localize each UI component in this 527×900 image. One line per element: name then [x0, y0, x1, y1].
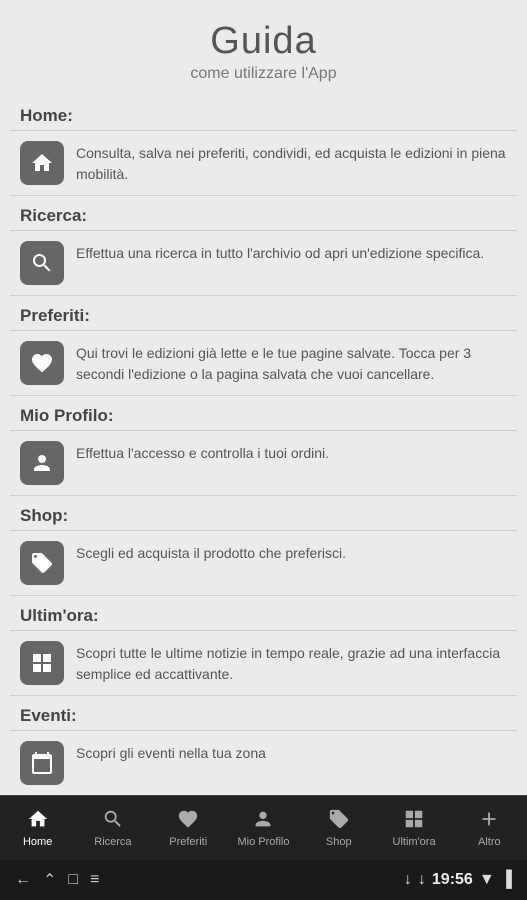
nav-item-ultim-ora[interactable]: Ultim'ora — [376, 796, 451, 860]
main-content: Guida come utilizzare l'App Home: Consul… — [0, 0, 527, 795]
nav-icon-shop — [328, 808, 350, 834]
nav-item-shop[interactable]: Shop — [301, 796, 376, 860]
section-icon-shop — [20, 541, 64, 585]
menu-icon[interactable]: ≡ — [90, 871, 99, 889]
section-icon-ricerca — [20, 241, 64, 285]
section-text-eventi: Scopri gli eventi nella tua zona — [76, 741, 266, 764]
nav-item-ricerca[interactable]: Ricerca — [75, 796, 150, 860]
page-subtitle: come utilizzare l'App — [10, 65, 517, 83]
sys-right: ↓ ↓ 19:56 ▼ ▐ — [404, 871, 512, 889]
section-icon-mio-profilo — [20, 441, 64, 485]
bottom-nav: Home Ricerca Preferiti Mio Profilo Shop … — [0, 795, 527, 860]
download2-icon: ↓ — [418, 871, 426, 889]
wifi-icon: ▼ — [479, 871, 495, 889]
nav-icon-preferiti — [177, 808, 199, 834]
section-header-eventi: Eventi: — [10, 698, 517, 731]
nav-label-mio-profilo: Mio Profilo — [238, 836, 290, 848]
section-header-shop: Shop: — [10, 498, 517, 531]
nav-label-shop: Shop — [326, 836, 352, 848]
title-section: Guida come utilizzare l'App — [0, 0, 527, 98]
section-text-preferiti: Qui trovi le edizioni già lette e le tue… — [76, 341, 507, 385]
section-home: Home: Consulta, salva nei preferiti, con… — [10, 98, 517, 196]
section-row-mio-profilo: Effettua l'accesso e controlla i tuoi or… — [10, 431, 517, 496]
back-icon[interactable]: ← — [15, 871, 31, 889]
section-icon-ultim-ora — [20, 641, 64, 685]
section-ultim-ora: Ultim'ora: Scopri tutte le ultime notizi… — [10, 598, 517, 696]
section-row-eventi: Scopri gli eventi nella tua zona — [10, 731, 517, 795]
section-header-home: Home: — [10, 98, 517, 131]
nav-label-altro: Altro — [478, 836, 501, 848]
section-row-preferiti: Qui trovi le edizioni già lette e le tue… — [10, 331, 517, 396]
section-text-mio-profilo: Effettua l'accesso e controlla i tuoi or… — [76, 441, 329, 464]
section-mio-profilo: Mio Profilo: Effettua l'accesso e contro… — [10, 398, 517, 496]
recents-icon[interactable]: □ — [68, 871, 78, 889]
nav-item-home[interactable]: Home — [0, 796, 75, 860]
section-eventi: Eventi: Scopri gli eventi nella tua zona — [10, 698, 517, 795]
download-icon: ↓ — [404, 871, 412, 889]
section-row-home: Consulta, salva nei preferiti, condividi… — [10, 131, 517, 196]
nav-icon-ultim-ora — [403, 808, 425, 834]
nav-label-home: Home — [23, 836, 52, 848]
system-time: 19:56 — [432, 871, 473, 889]
section-shop: Shop: Scegli ed acquista il prodotto che… — [10, 498, 517, 596]
nav-icon-mio-profilo — [252, 808, 274, 834]
nav-item-altro[interactable]: Altro — [452, 796, 527, 860]
section-row-ricerca: Effettua una ricerca in tutto l'archivio… — [10, 231, 517, 296]
section-row-shop: Scegli ed acquista il prodotto che prefe… — [10, 531, 517, 596]
section-icon-preferiti — [20, 341, 64, 385]
nav-label-ultim-ora: Ultim'ora — [393, 836, 436, 848]
nav-icon-ricerca — [102, 808, 124, 834]
section-text-home: Consulta, salva nei preferiti, condividi… — [76, 141, 507, 185]
section-header-preferiti: Preferiti: — [10, 298, 517, 331]
nav-icon-altro — [478, 808, 500, 834]
page-title: Guida — [10, 20, 517, 63]
section-preferiti: Preferiti: Qui trovi le edizioni già let… — [10, 298, 517, 396]
section-text-shop: Scegli ed acquista il prodotto che prefe… — [76, 541, 346, 564]
nav-item-preferiti[interactable]: Preferiti — [151, 796, 226, 860]
nav-item-mio-profilo[interactable]: Mio Profilo — [226, 796, 301, 860]
section-row-ultim-ora: Scopri tutte le ultime notizie in tempo … — [10, 631, 517, 696]
battery-icon: ▐ — [501, 871, 512, 889]
home-sys-icon[interactable]: ⌃ — [43, 870, 56, 890]
nav-label-preferiti: Preferiti — [169, 836, 207, 848]
nav-label-ricerca: Ricerca — [94, 836, 131, 848]
section-ricerca: Ricerca: Effettua una ricerca in tutto l… — [10, 198, 517, 296]
system-bar: ← ⌃ □ ≡ ↓ ↓ 19:56 ▼ ▐ — [0, 860, 527, 900]
section-header-mio-profilo: Mio Profilo: — [10, 398, 517, 431]
section-icon-home — [20, 141, 64, 185]
section-text-ultim-ora: Scopri tutte le ultime notizie in tempo … — [76, 641, 507, 685]
section-icon-eventi — [20, 741, 64, 785]
section-header-ultim-ora: Ultim'ora: — [10, 598, 517, 631]
nav-icon-home — [27, 808, 49, 834]
section-header-ricerca: Ricerca: — [10, 198, 517, 231]
sys-left: ← ⌃ □ ≡ — [15, 870, 99, 890]
sections-container: Home: Consulta, salva nei preferiti, con… — [0, 98, 527, 795]
section-text-ricerca: Effettua una ricerca in tutto l'archivio… — [76, 241, 484, 264]
